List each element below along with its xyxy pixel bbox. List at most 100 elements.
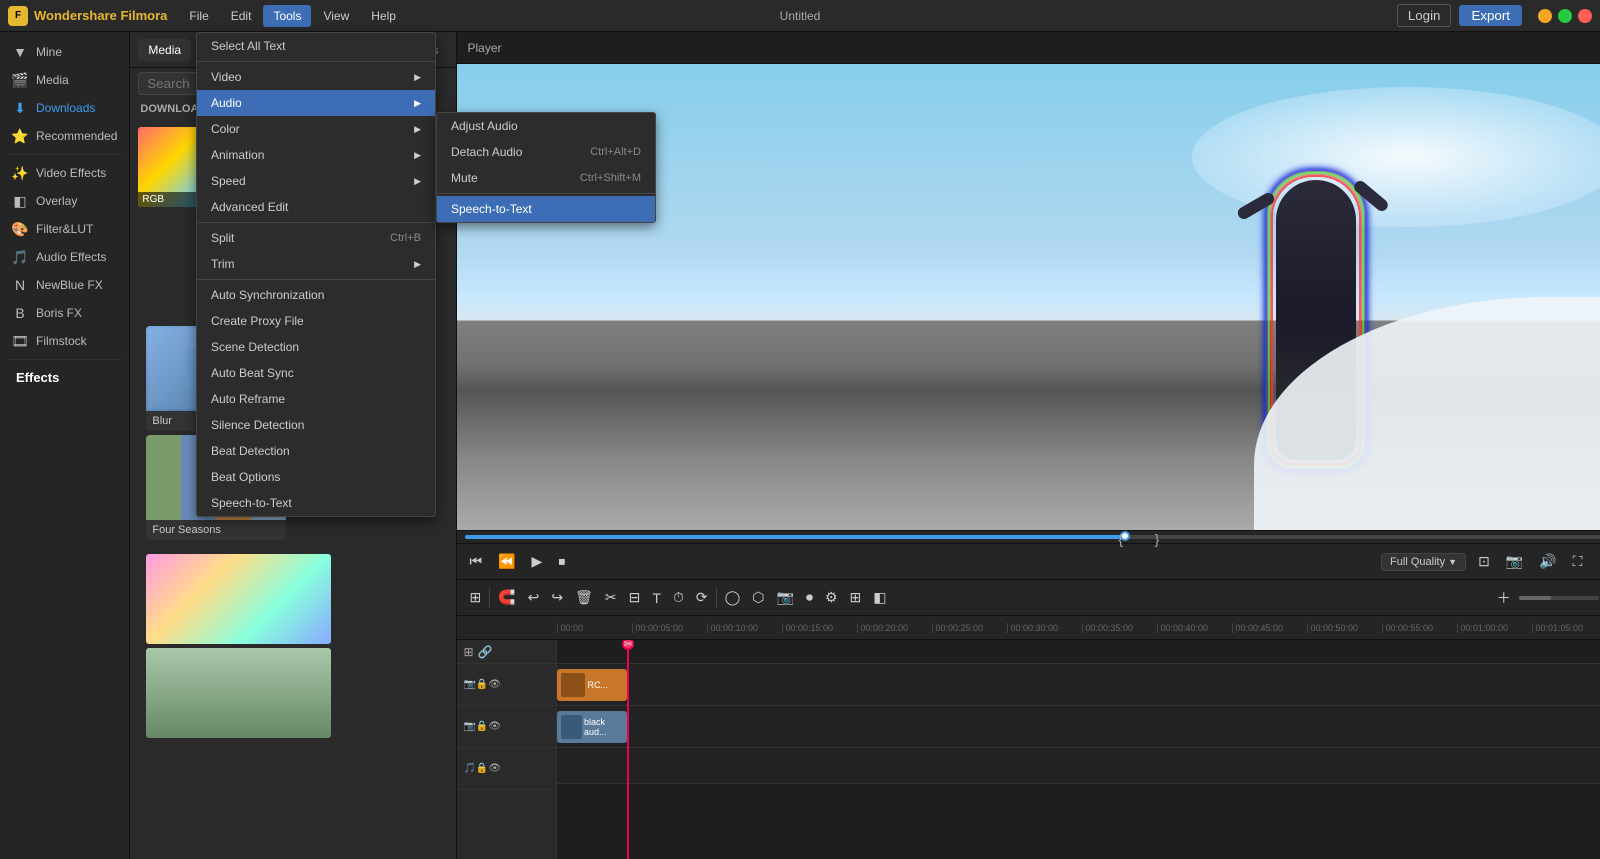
auto-reframe-item[interactable]: Auto Reframe xyxy=(197,386,435,412)
step-back-button[interactable]: ⏪ xyxy=(494,551,519,572)
split-audio-button[interactable]: ⊞ xyxy=(846,587,866,608)
beat-options-item[interactable]: Beat Options xyxy=(197,464,435,490)
audio-menu-label: Audio xyxy=(211,96,242,110)
speed-menu-item[interactable]: Speed xyxy=(197,168,435,194)
animation-menu-item[interactable]: Animation xyxy=(197,142,435,168)
playhead[interactable]: ✂ xyxy=(627,640,629,859)
split-item[interactable]: Split Ctrl+B xyxy=(197,225,435,251)
clip-content: RC... xyxy=(557,669,627,701)
out-point[interactable]: } xyxy=(1155,531,1160,547)
beat-sync-item[interactable]: Auto Beat Sync xyxy=(197,360,435,386)
record-button[interactable]: ⏺ xyxy=(802,587,817,608)
no-selection-button[interactable]: ◯ xyxy=(721,587,745,608)
sidebar-item-mine[interactable]: ▼ Mine xyxy=(0,38,129,66)
login-button[interactable]: Login xyxy=(1397,4,1452,27)
sidebar-item-recommended[interactable]: ⭐ Recommended xyxy=(0,122,129,150)
track-1-icons: 📷🔒👁 xyxy=(463,679,501,690)
auto-sync-label: Auto Synchronization xyxy=(211,288,324,302)
advanced-edit-item[interactable]: Advanced Edit xyxy=(197,194,435,220)
magnet-button[interactable]: 🧲 xyxy=(494,587,519,608)
stop-button[interactable]: ⏹ xyxy=(554,551,569,572)
media-thumb-colorful[interactable] xyxy=(146,554,331,644)
tick-0: 00:00 xyxy=(557,623,632,633)
silence-detect-label: Silence Detection xyxy=(211,418,304,432)
audio-menu-item[interactable]: Audio xyxy=(197,90,435,116)
scene-detect-item[interactable]: Scene Detection xyxy=(197,334,435,360)
video-menu-item[interactable]: Video xyxy=(197,64,435,90)
settings-button[interactable]: ⚙ xyxy=(821,587,842,608)
tab-media[interactable]: Media xyxy=(138,39,191,61)
menu-edit[interactable]: Edit xyxy=(221,5,262,27)
timeline-layout-button[interactable]: ⊞ xyxy=(465,587,485,608)
redo-button[interactable]: ↪ xyxy=(547,587,567,608)
skip-back-button[interactable]: ⏮ xyxy=(465,551,486,572)
zoom-in-button[interactable]: ＋ xyxy=(1493,586,1515,610)
sidebar-divider-2 xyxy=(8,359,121,360)
close-button[interactable] xyxy=(1578,9,1592,23)
clip-video-2[interactable]: black aud... xyxy=(557,711,627,743)
sidebar-downloads-label: Downloads xyxy=(36,101,95,115)
menu-tools[interactable]: Tools xyxy=(263,5,311,27)
sidebar-item-filter-lut[interactable]: 🎨 Filter&LUT xyxy=(0,215,129,243)
volume-button[interactable]: 🔊 xyxy=(1535,551,1560,572)
sidebar-item-video-effects[interactable]: ✨ Video Effects xyxy=(0,159,129,187)
select-all-text-item[interactable]: Select All Text xyxy=(197,33,435,59)
menu-file[interactable]: File xyxy=(179,5,218,27)
sidebar-item-newblue[interactable]: N NewBlue FX xyxy=(0,271,129,299)
fit-screen-button[interactable]: ⊡ xyxy=(1474,551,1494,572)
fullscreen-button[interactable]: ⛶ xyxy=(1569,551,1587,572)
clip-video-1[interactable]: RC... xyxy=(557,669,627,701)
auto-sync-item[interactable]: Auto Synchronization xyxy=(197,282,435,308)
silence-detect-item[interactable]: Silence Detection xyxy=(197,412,435,438)
sidebar-item-downloads[interactable]: ⬇ Downloads xyxy=(0,94,129,122)
progress-bar[interactable]: { } xyxy=(465,535,1600,539)
sidebar-filmstock-label: Filmstock xyxy=(36,334,87,348)
beat-detect-item[interactable]: Beat Detection xyxy=(197,438,435,464)
create-proxy-item[interactable]: Create Proxy File xyxy=(197,308,435,334)
speech-to-text-item[interactable]: Speech-to-Text xyxy=(197,490,435,516)
snap-button[interactable]: ⬡ xyxy=(748,587,768,608)
app-name: Wondershare Filmora xyxy=(34,8,167,23)
tick-7: 00:00:35:00 xyxy=(1082,623,1157,633)
sidebar-item-overlay[interactable]: ◧ Overlay xyxy=(0,187,129,215)
tick-5: 00:00:25:00 xyxy=(932,623,1007,633)
speech-to-text-label: Speech-to-Text xyxy=(211,496,292,510)
speed-menu-label: Speed xyxy=(211,174,246,188)
cut-button[interactable]: ✂ xyxy=(601,587,621,608)
trim-item[interactable]: Trim xyxy=(197,251,435,277)
sidebar-item-media[interactable]: 🎬 Media xyxy=(0,66,129,94)
zoom-slider[interactable] xyxy=(1519,596,1599,600)
in-point[interactable]: { xyxy=(1118,531,1123,547)
motion-button[interactable]: ⟳ xyxy=(692,587,712,608)
maximize-button[interactable] xyxy=(1558,9,1572,23)
media-thumb-nature[interactable] xyxy=(146,648,331,738)
minimize-button[interactable] xyxy=(1538,9,1552,23)
close-gap-button[interactable]: ◧ xyxy=(869,587,890,608)
text-button[interactable]: T xyxy=(648,588,665,608)
timeline-ruler: 00:00 00:00:05:00 00:00:10:00 00:00:15:0… xyxy=(457,616,1600,640)
sidebar-recommended-label: Recommended xyxy=(36,129,117,143)
menu-help[interactable]: Help xyxy=(361,5,406,27)
undo-button[interactable]: ↩ xyxy=(524,587,544,608)
sidebar-item-filmstock[interactable]: 🎞 Filmstock xyxy=(0,327,129,355)
video-background xyxy=(457,64,1600,530)
delete-button[interactable]: 🗑 xyxy=(571,587,597,608)
add-track-button[interactable]: ⊞ xyxy=(463,645,473,659)
sidebar-item-boris[interactable]: B Boris FX xyxy=(0,299,129,327)
four-seasons-label: Four Seasons xyxy=(146,520,286,540)
crop-button[interactable]: ⊟ xyxy=(625,587,645,608)
clip-thumb xyxy=(561,673,585,697)
sidebar-item-effects[interactable]: Effects xyxy=(0,364,129,391)
timer-button[interactable]: ⏱ xyxy=(669,587,688,608)
quality-button[interactable]: Full Quality ▼ xyxy=(1381,553,1466,571)
color-menu-item[interactable]: Color xyxy=(197,116,435,142)
menu-view[interactable]: View xyxy=(313,5,359,27)
snapshot-button[interactable]: 📷 xyxy=(1502,551,1527,572)
export-button[interactable]: Export xyxy=(1459,5,1522,26)
sidebar-item-audio-effects[interactable]: 🎵 Audio Effects xyxy=(0,243,129,271)
download-icon: ⬇ xyxy=(12,100,28,116)
camera-button[interactable]: 📷 xyxy=(773,587,798,608)
link-button[interactable]: 🔗 xyxy=(478,645,493,659)
track-label-video-2: 📷🔒👁 xyxy=(457,706,556,748)
play-button[interactable]: ▶ xyxy=(528,551,547,572)
